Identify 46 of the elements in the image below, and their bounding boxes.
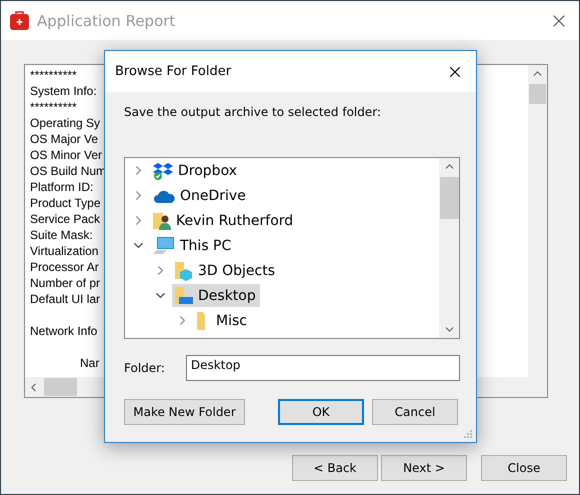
first-aid-kit-icon [10, 11, 29, 30]
tree-item[interactable]: Misc [194, 309, 251, 332]
report-line: System Info: [30, 83, 97, 99]
folder-field[interactable]: Desktop [186, 355, 460, 381]
report-line: Platform ID: [30, 179, 94, 195]
report-line: ********** [30, 67, 77, 83]
report-line: Network Info [30, 323, 98, 339]
cube-folder-icon [175, 260, 193, 280]
report-line: Number of pr [30, 275, 100, 291]
dialog-button[interactable]: Make New Folder [124, 399, 245, 425]
dialog-button[interactable]: OK [278, 399, 364, 425]
tree-item[interactable]: Desktop [172, 284, 260, 307]
scroll-thumb[interactable] [440, 177, 458, 219]
tree-item[interactable]: 3D Objects [172, 259, 280, 282]
dialog-button[interactable]: Cancel [372, 399, 458, 425]
report-line: ********** [30, 99, 77, 115]
report-line: Product Type [30, 195, 100, 211]
scroll-thumb[interactable] [44, 378, 77, 396]
folder-label: Folder: [124, 361, 165, 375]
tree-item[interactable]: Dropbox [150, 159, 241, 182]
resize-grip-icon[interactable] [463, 429, 473, 439]
user-folder-icon [153, 210, 171, 230]
dialog-prompt: Save the output archive to selected folder: [124, 105, 382, 119]
wizard-button[interactable]: Close [481, 455, 567, 481]
tree-item[interactable]: Kevin Rutherford [150, 209, 298, 232]
tree-scrollbar[interactable] [439, 158, 459, 338]
report-line: Service Pack [30, 211, 100, 227]
tree-item[interactable]: OneDrive [150, 184, 250, 207]
report-line: OS Minor Ver [30, 147, 102, 163]
desktop-folder-icon [175, 286, 193, 306]
computer-icon [153, 236, 175, 256]
report-line: OS Major Ve [30, 131, 98, 147]
scroll-thumb[interactable] [529, 84, 546, 104]
report-line: Default UI lar [30, 291, 100, 307]
column-header: Nar [80, 355, 100, 371]
report-line: Processor Ar [30, 259, 99, 275]
report-line: Operating Sy [30, 115, 100, 131]
dropbox-icon [153, 162, 173, 180]
report-line: Virtualization [30, 243, 98, 259]
report-line: Suite Mask: [30, 227, 93, 243]
vertical-scrollbar[interactable] [528, 65, 547, 377]
window-title: Application Report [37, 12, 176, 30]
wizard-button[interactable]: Next > [381, 455, 467, 481]
wizard-button[interactable]: < Back [292, 455, 378, 481]
dialog-title: Browse For Folder [115, 64, 232, 79]
tree-item[interactable]: This PC [150, 234, 236, 257]
